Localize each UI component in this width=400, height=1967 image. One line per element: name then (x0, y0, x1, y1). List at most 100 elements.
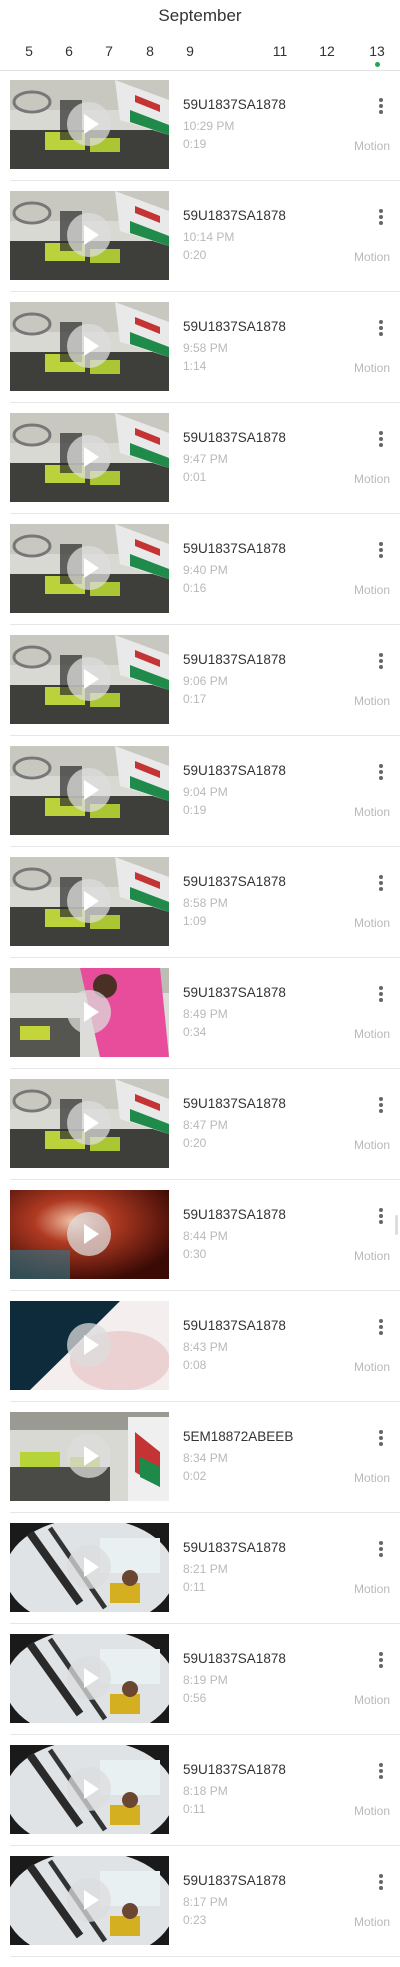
more-vert-icon[interactable] (376, 1428, 386, 1448)
more-vert-icon[interactable] (376, 984, 386, 1004)
day-13[interactable]: 13 (360, 36, 394, 67)
video-thumbnail[interactable] (10, 1412, 169, 1501)
camera-id: 59U1837SA1878 (183, 319, 286, 334)
video-thumbnail[interactable] (10, 857, 169, 946)
play-icon[interactable] (67, 435, 111, 479)
video-thumbnail[interactable] (10, 1634, 169, 1723)
event-row[interactable]: 59U1837SA1878 8:49 PM 0:34 Motion (0, 968, 400, 1079)
event-duration: 0:30 (183, 1247, 207, 1261)
video-thumbnail[interactable] (10, 746, 169, 835)
more-vert-icon[interactable] (376, 762, 386, 782)
divider (10, 846, 400, 847)
event-row[interactable]: 59U1837SA1878 8:43 PM 0:08 Motion (0, 1301, 400, 1412)
camera-id: 59U1837SA1878 (183, 1762, 286, 1777)
event-row[interactable]: 59U1837SA1878 8:19 PM 0:56 Motion (0, 1634, 400, 1745)
day-7[interactable]: 7 (92, 36, 126, 66)
more-vert-icon[interactable] (376, 651, 386, 671)
video-thumbnail[interactable] (10, 302, 169, 391)
more-vert-icon[interactable] (376, 1650, 386, 1670)
event-type: Motion (353, 1804, 390, 1818)
play-icon[interactable] (67, 1434, 111, 1478)
more-vert-icon[interactable] (376, 1539, 386, 1559)
video-thumbnail[interactable] (10, 191, 169, 280)
event-type: Motion (353, 1693, 390, 1707)
event-time: 9:04 PM (183, 785, 228, 799)
more-vert-icon[interactable] (376, 540, 386, 560)
video-thumbnail[interactable] (10, 968, 169, 1057)
event-time: 9:58 PM (183, 341, 228, 355)
event-time: 8:43 PM (183, 1340, 228, 1354)
day-6[interactable]: 6 (52, 36, 86, 66)
more-vert-icon[interactable] (376, 1095, 386, 1115)
event-row[interactable]: 59U1837SA1878 8:21 PM 0:11 Motion (0, 1523, 400, 1634)
play-icon[interactable] (67, 1101, 111, 1145)
event-row[interactable]: 59U1837SA1878 9:06 PM 0:17 Motion (0, 635, 400, 746)
play-icon[interactable] (67, 657, 111, 701)
play-icon[interactable] (67, 1212, 111, 1256)
video-thumbnail[interactable] (10, 1301, 169, 1390)
play-icon[interactable] (67, 1323, 111, 1367)
camera-id: 59U1837SA1878 (183, 430, 286, 445)
divider (10, 957, 400, 958)
more-vert-icon[interactable] (376, 1206, 386, 1226)
event-row[interactable]: 59U1837SA1878 8:18 PM 0:11 Motion (0, 1745, 400, 1856)
video-thumbnail[interactable] (10, 413, 169, 502)
event-time: 9:06 PM (183, 674, 228, 688)
video-thumbnail[interactable] (10, 1079, 169, 1168)
day-12[interactable]: 12 (310, 36, 344, 66)
event-row[interactable]: 59U1837SA1878 9:47 PM 0:01 Motion (0, 413, 400, 524)
more-vert-icon[interactable] (376, 873, 386, 893)
play-icon[interactable] (67, 1878, 111, 1922)
day-10[interactable]: 10 (217, 36, 251, 66)
event-duration: 0:11 (183, 1580, 206, 1594)
day-9[interactable]: 9 (173, 36, 207, 66)
camera-id: 59U1837SA1878 (183, 541, 286, 556)
event-duration: 0:11 (183, 1802, 206, 1816)
day-label: 13 (369, 43, 385, 59)
play-icon[interactable] (67, 324, 111, 368)
day-11[interactable]: 11 (263, 36, 297, 66)
play-icon[interactable] (67, 1656, 111, 1700)
day-8[interactable]: 8 (133, 36, 167, 66)
play-icon[interactable] (67, 990, 111, 1034)
more-vert-icon[interactable] (376, 318, 386, 338)
play-icon[interactable] (67, 546, 111, 590)
event-row[interactable]: 5EM18872ABEEB 8:34 PM 0:02 Motion (0, 1412, 400, 1523)
play-icon[interactable] (67, 768, 111, 812)
event-row[interactable]: 59U1837SA1878 9:04 PM 0:19 Motion (0, 746, 400, 857)
video-thumbnail[interactable] (10, 1856, 169, 1945)
event-row[interactable]: 59U1837SA1878 8:58 PM 1:09 Motion (0, 857, 400, 968)
video-thumbnail[interactable] (10, 80, 169, 169)
event-row[interactable]: 59U1837SA1878 8:44 PM 0:30 Motion (0, 1190, 400, 1301)
play-icon[interactable] (67, 879, 111, 923)
video-thumbnail[interactable] (10, 635, 169, 724)
divider (10, 1068, 400, 1069)
event-row[interactable]: 59U1837SA1878 9:58 PM 1:14 Motion (0, 302, 400, 413)
video-thumbnail[interactable] (10, 524, 169, 613)
play-icon[interactable] (67, 1545, 111, 1589)
event-row[interactable]: 59U1837SA1878 10:29 PM 0:19 Motion (0, 80, 400, 191)
divider (10, 624, 400, 625)
day-5[interactable]: 5 (12, 36, 46, 66)
more-vert-icon[interactable] (376, 1872, 386, 1892)
more-vert-icon[interactable] (376, 207, 386, 227)
camera-id: 59U1837SA1878 (183, 1207, 286, 1222)
video-thumbnail[interactable] (10, 1523, 169, 1612)
scroll-indicator[interactable] (395, 1215, 398, 1235)
video-thumbnail[interactable] (10, 1745, 169, 1834)
event-row[interactable]: 59U1837SA1878 8:17 PM 0:23 Motion (0, 1856, 400, 1967)
play-icon[interactable] (67, 102, 111, 146)
more-vert-icon[interactable] (376, 96, 386, 116)
more-vert-icon[interactable] (376, 1761, 386, 1781)
more-vert-icon[interactable] (376, 1317, 386, 1337)
day-label: 11 (272, 43, 288, 59)
event-row[interactable]: 59U1837SA1878 10:14 PM 0:20 Motion (0, 191, 400, 302)
play-icon[interactable] (67, 213, 111, 257)
video-thumbnail[interactable] (10, 1190, 169, 1279)
more-vert-icon[interactable] (376, 429, 386, 449)
play-icon[interactable] (67, 1767, 111, 1811)
event-type: Motion (353, 361, 390, 375)
event-row[interactable]: 59U1837SA1878 8:47 PM 0:20 Motion (0, 1079, 400, 1190)
event-duration: 0:23 (183, 1913, 207, 1927)
event-row[interactable]: 59U1837SA1878 9:40 PM 0:16 Motion (0, 524, 400, 635)
